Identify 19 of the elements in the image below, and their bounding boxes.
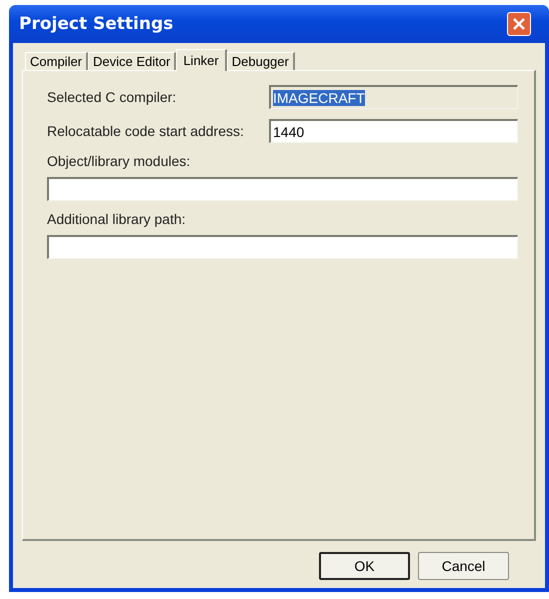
tab[interactable]: Linker — [176, 49, 227, 71]
window-title: Project Settings — [19, 14, 174, 34]
dialog-button[interactable]: Cancel — [418, 552, 509, 580]
field-value: IMAGECRAFT — [273, 90, 365, 106]
field-label: Selected C compiler: — [47, 89, 176, 105]
tab[interactable]: Device Editor — [88, 52, 176, 70]
input-field[interactable] — [47, 177, 518, 201]
tab[interactable]: Compiler — [25, 52, 88, 70]
close-icon — [512, 17, 526, 31]
field-label: Object/library modules: — [47, 153, 192, 169]
dialog-button[interactable]: OK — [319, 552, 410, 580]
input-field[interactable]: 1440 — [269, 119, 518, 143]
field-label: Relocatable code start address: — [47, 123, 244, 139]
tab[interactable]: Debugger — [226, 52, 295, 70]
input-field[interactable] — [47, 235, 518, 259]
close-button[interactable] — [507, 12, 531, 36]
field-value: 1440 — [273, 124, 304, 140]
input-field[interactable]: IMAGECRAFT — [269, 85, 518, 109]
field-label: Additional library path: — [47, 211, 187, 227]
